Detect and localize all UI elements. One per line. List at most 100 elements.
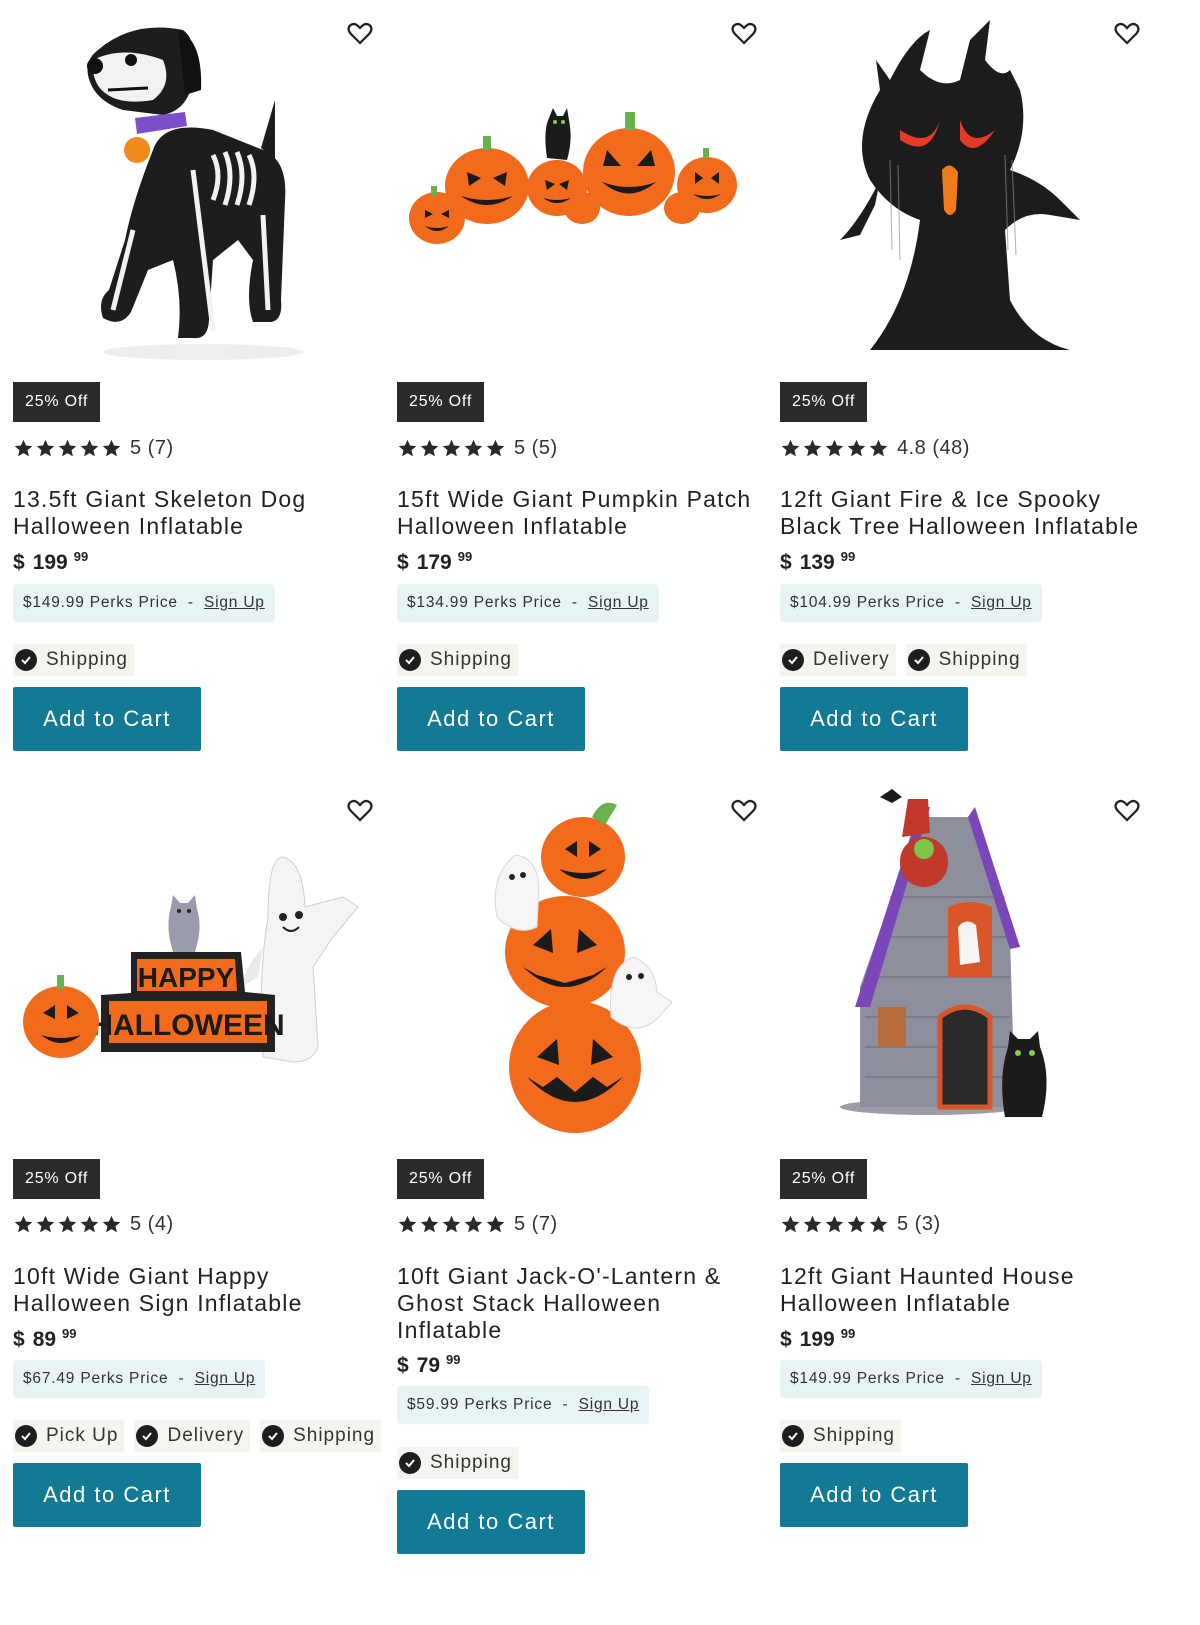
product-image-happy-halloween-sign[interactable]: HAPPY HALLOWEEN [13, 777, 383, 1157]
add-to-cart-button[interactable]: Add to Cart [13, 687, 201, 751]
rating-text: 5 (4) [130, 1212, 174, 1235]
fulfillment-label: Shipping [813, 1425, 895, 1446]
star-icon [847, 439, 866, 456]
fulfillment-chip-pick-up: Pick Up [13, 1420, 125, 1452]
product-rating[interactable]: 5 (7) [397, 1210, 558, 1238]
rating-text: 5 (7) [130, 436, 174, 459]
pumpkin-stack-illustration [494, 802, 673, 1133]
heart-icon[interactable] [345, 18, 375, 48]
heart-icon[interactable] [729, 795, 759, 825]
product-image-haunted-house[interactable] [780, 777, 1150, 1157]
product-title[interactable]: 15ft Wide Giant Pumpkin Patch Halloween … [397, 486, 762, 540]
happy-halloween-sign-illustration: HAPPY HALLOWEEN [23, 856, 359, 1063]
product-price: $ 199 99 [780, 1326, 856, 1352]
price-currency: $ [780, 1328, 792, 1351]
add-to-cart-button[interactable]: Add to Cart [397, 687, 585, 751]
product-price: $ 79 99 [397, 1352, 461, 1378]
product-title[interactable]: 12ft Giant Haunted House Halloween Infla… [780, 1263, 1145, 1317]
perks-price-value: $134.99 [407, 594, 469, 611]
perks-sign-up-link[interactable]: Sign Up [204, 594, 265, 611]
star-icon [398, 439, 417, 456]
perks-price-value: $59.99 [407, 1396, 460, 1413]
perks-sign-up-link[interactable]: Sign Up [195, 1370, 256, 1387]
perks-price-label: Perks Price [856, 1370, 945, 1387]
perks-sign-up-link[interactable]: Sign Up [971, 1370, 1032, 1387]
rating-text: 5 (7) [514, 1212, 558, 1235]
perks-price-label: Perks Price [856, 594, 945, 611]
product-rating[interactable]: 5 (3) [780, 1210, 941, 1238]
price-cents: 99 [840, 1326, 856, 1341]
perks-sign-up-link[interactable]: Sign Up [588, 594, 649, 611]
star-icon [442, 1215, 461, 1232]
check-circle-icon [399, 1452, 421, 1474]
perks-sign-up-link[interactable]: Sign Up [971, 594, 1032, 611]
product-title[interactable]: 10ft Wide Giant Happy Halloween Sign Inf… [13, 1263, 378, 1317]
heart-icon[interactable] [1112, 18, 1142, 48]
product-title[interactable]: 13.5ft Giant Skeleton Dog Halloween Infl… [13, 486, 378, 540]
product-price: $ 89 99 [13, 1326, 77, 1352]
fulfillment-label: Delivery [813, 649, 890, 670]
pumpkins [409, 128, 737, 244]
fulfillment-label: Shipping [430, 1452, 512, 1473]
product-title[interactable]: 10ft Giant Jack-O'-Lantern & Ghost Stack… [397, 1263, 762, 1344]
perks-price-banner: $149.99 Perks Price - Sign Up [780, 1360, 1042, 1398]
price-currency: $ [780, 551, 792, 574]
heart-icon[interactable] [345, 795, 375, 825]
star-icon [420, 439, 439, 456]
perks-price-label: Perks Price [80, 1370, 169, 1387]
price-dollars: 199 [799, 1328, 835, 1351]
product-image-spooky-tree[interactable] [780, 0, 1150, 380]
product-rating[interactable]: 5 (5) [397, 434, 558, 462]
product-rating[interactable]: 5 (7) [13, 434, 174, 462]
perks-separator: - [571, 594, 578, 611]
product-rating[interactable]: 5 (4) [13, 1210, 174, 1238]
skeleton-dog-illustration [87, 27, 303, 360]
discount-badge: 25% Off [780, 382, 868, 422]
price-cents: 99 [840, 549, 856, 564]
check-circle-icon [782, 649, 804, 671]
rating-stars [780, 1214, 889, 1235]
add-to-cart-button[interactable]: Add to Cart [780, 1463, 968, 1527]
fulfillment-chip-shipping: Shipping [397, 1447, 518, 1479]
star-icon [14, 1215, 33, 1232]
discount-badge: 25% Off [13, 382, 101, 422]
perks-price-banner: $67.49 Perks Price - Sign Up [13, 1360, 266, 1398]
add-to-cart-button[interactable]: Add to Cart [397, 1490, 585, 1554]
check-circle-icon [262, 1425, 285, 1447]
star-icon [420, 1215, 439, 1232]
product-image-jack-o-lantern-ghost-stack[interactable] [397, 777, 767, 1157]
product-image-pumpkin-patch[interactable] [397, 0, 767, 380]
fulfillment-options: Shipping [13, 644, 134, 676]
check-circle-icon [15, 649, 37, 671]
heart-icon[interactable] [1112, 795, 1142, 825]
product-title[interactable]: 12ft Giant Fire & Ice Spooky Black Tree … [780, 486, 1145, 540]
price-cents: 99 [62, 1326, 77, 1341]
star-icon [869, 1215, 888, 1232]
perks-sign-up-link[interactable]: Sign Up [579, 1396, 640, 1413]
star-icon [102, 439, 121, 456]
heart-icon[interactable] [729, 18, 759, 48]
discount-badge: 25% Off [13, 1159, 101, 1199]
price-dollars: 79 [416, 1354, 441, 1377]
spooky-tree-illustration [840, 20, 1080, 350]
perks-separator: - [954, 594, 961, 611]
product-rating[interactable]: 4.8 (48) [780, 434, 970, 462]
perks-price-banner: $104.99 Perks Price - Sign Up [780, 584, 1042, 622]
price-cents: 99 [446, 1352, 461, 1367]
check-circle-icon [907, 649, 930, 671]
haunted-house-illustration [840, 789, 1047, 1117]
fulfillment-chip-shipping: Shipping [780, 1420, 901, 1452]
perks-price-label: Perks Price [89, 594, 178, 611]
star-icon [869, 439, 888, 456]
price-dollars: 199 [32, 551, 68, 574]
star-icon [825, 439, 844, 456]
rating-stars [13, 1214, 122, 1235]
star-icon [58, 1215, 77, 1232]
fulfillment-chip-delivery: Delivery [134, 1420, 251, 1452]
add-to-cart-button[interactable]: Add to Cart [780, 687, 968, 751]
star-icon [398, 1215, 417, 1232]
price-dollars: 179 [416, 551, 452, 574]
product-image-skeleton-dog[interactable] [13, 0, 383, 380]
fulfillment-label: Pick Up [46, 1425, 119, 1446]
add-to-cart-button[interactable]: Add to Cart [13, 1463, 201, 1527]
